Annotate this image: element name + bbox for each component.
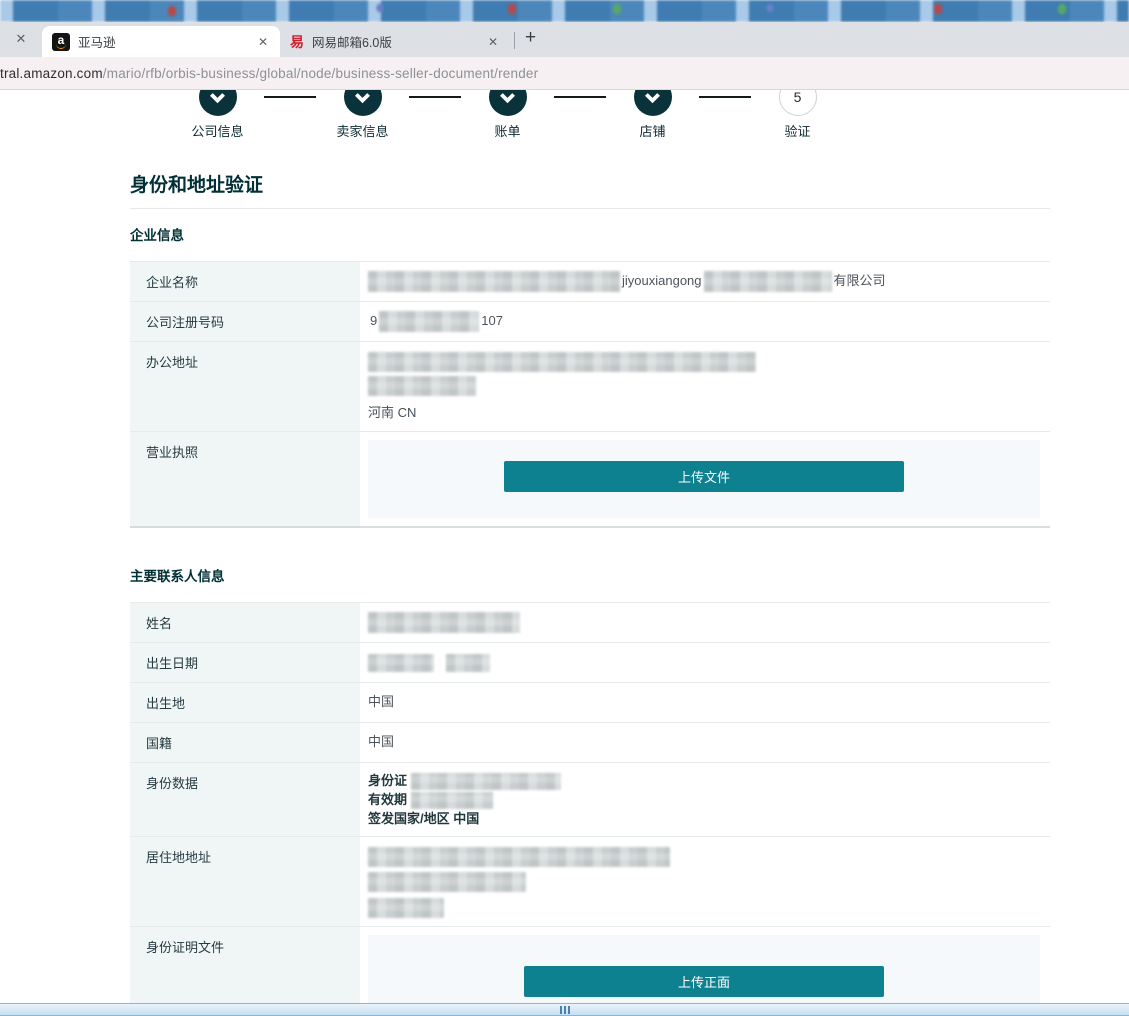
redacted-text [368, 612, 520, 633]
row-label: 办公地址 [130, 342, 360, 431]
table-row-birthplace: 出生地 中国 [130, 682, 1050, 722]
close-icon[interactable]: ✕ [484, 33, 502, 51]
section-heading-primary-contact: 主要联系人信息 [130, 565, 1129, 585]
tab-separator [514, 32, 515, 49]
company-info-table: 企业名称 jiyouxiangong 有限公司 公司注册号码 9 107 办公地址 … [130, 261, 1050, 528]
value-fragment: 河南 CN [368, 402, 1040, 423]
progress-stepper: 公司信息 卖家信息 账单 店铺 [145, 90, 885, 142]
address-bar[interactable]: tral.amazon.com/mario/rfb/orbis-business… [0, 57, 1129, 90]
row-label: 出生日期 [130, 643, 360, 682]
row-value [360, 603, 1050, 642]
upload-file-button[interactable]: 上传文件 [504, 461, 904, 492]
table-row-name: 姓名 [130, 602, 1050, 642]
table-row-identity-documents: 身份证明文件 上传正面 上传背面 [130, 926, 1050, 1003]
table-row-residential-address: 居住地地址 [130, 836, 1050, 926]
desktop-background-strip [0, 0, 1129, 22]
row-label: 居住地地址 [130, 837, 360, 926]
row-label: 公司注册号码 [130, 302, 360, 341]
grip-handle-icon[interactable] [560, 1006, 570, 1014]
row-label: 国籍 [130, 723, 360, 762]
row-label: 姓名 [130, 603, 360, 642]
bottom-toolbar [0, 1003, 1129, 1016]
row-value: 身份证 有效期 签发国家/地区 中国 [360, 763, 1050, 836]
row-label: 身份数据 [130, 763, 360, 836]
redacted-text [379, 311, 479, 332]
step-label: 店铺 [639, 121, 665, 140]
table-row-office-address: 办公地址 河南 CN [130, 341, 1050, 431]
upload-panel: 上传文件 [368, 440, 1040, 518]
table-row-nationality: 国籍 中国 [130, 722, 1050, 762]
redacted-text [368, 898, 444, 918]
row-label: 出生地 [130, 683, 360, 722]
redacted-text [704, 271, 832, 292]
redacted-text [368, 847, 670, 867]
page-title: 身份和地址验证 [130, 170, 1129, 197]
step-label: 卖家信息 [336, 121, 388, 140]
tab-title: 亚马逊 [78, 32, 254, 51]
check-icon [344, 90, 382, 116]
table-row-business-license: 营业执照 上传文件 [130, 431, 1050, 526]
tab-netease-mail[interactable]: 易 网易邮箱6.0版 ✕ [280, 26, 510, 57]
row-value: 9 107 [360, 302, 1050, 341]
value-fragment: 签发国家/地区 中国 [368, 809, 1040, 828]
check-icon [634, 90, 672, 116]
close-icon[interactable]: ✕ [254, 33, 272, 51]
stepper-step-verification[interactable]: 5 验证 [725, 90, 870, 140]
row-label: 身份证明文件 [130, 927, 360, 1003]
page-content: 公司信息 卖家信息 账单 店铺 [0, 90, 1129, 1003]
row-value: 中国 [360, 723, 1050, 762]
table-row-date-of-birth: 出生日期 [130, 642, 1050, 682]
redacted-text [368, 654, 434, 672]
step-number: 5 [779, 90, 817, 116]
step-label: 账单 [494, 121, 520, 140]
redacted-text [368, 271, 620, 292]
amazon-favicon-icon: a [52, 33, 70, 51]
value-fragment: jiyouxiangong [622, 273, 702, 288]
row-value: 河南 CN [360, 342, 1050, 431]
url-domain: tral.amazon.com [0, 66, 103, 81]
value-fragment: 有效期 [368, 792, 407, 807]
upload-panel: 上传正面 上传背面 [368, 935, 1040, 1003]
row-value: 上传正面 上传背面 [360, 927, 1050, 1003]
section-heading-company: 企业信息 [130, 224, 1129, 244]
table-row-registration-number: 公司注册号码 9 107 [130, 301, 1050, 341]
row-value [360, 643, 1050, 682]
row-value: jiyouxiangong 有限公司 [360, 262, 1050, 301]
value-fragment: 9 [370, 313, 377, 328]
upload-front-button[interactable]: 上传正面 [524, 966, 884, 997]
check-icon [199, 90, 237, 116]
close-icon[interactable]: ✕ [0, 31, 42, 57]
redacted-text [368, 376, 476, 396]
redacted-text [368, 872, 526, 892]
row-label: 企业名称 [130, 262, 360, 301]
title-divider [130, 208, 1050, 209]
redacted-text [411, 792, 493, 809]
redacted-text [368, 352, 756, 372]
step-label: 验证 [784, 121, 810, 140]
tab-amazon[interactable]: a 亚马逊 ✕ [42, 26, 280, 57]
table-row-company-name: 企业名称 jiyouxiangong 有限公司 [130, 261, 1050, 301]
table-row-identity-data: 身份数据 身份证 有效期 签发国家/地区 中国 [130, 762, 1050, 836]
tab-title: 网易邮箱6.0版 [312, 32, 484, 51]
browser-tab-bar: ✕ a 亚马逊 ✕ 易 网易邮箱6.0版 ✕ + [0, 22, 1129, 57]
row-value: 上传文件 [360, 432, 1050, 526]
check-icon [489, 90, 527, 116]
value-fragment: 107 [481, 313, 503, 328]
value-fragment: 有限公司 [834, 273, 886, 288]
value-fragment: 身份证 [368, 773, 407, 788]
redacted-text [411, 773, 561, 790]
netease-mail-icon: 易 [290, 35, 304, 49]
row-value [360, 837, 1050, 926]
redacted-text [446, 654, 490, 672]
new-tab-button[interactable]: + [519, 27, 546, 57]
primary-contact-table: 姓名 出生日期 出生地 中国 国籍 中国 身份数据 身份证 [130, 602, 1050, 1003]
row-value: 中国 [360, 683, 1050, 722]
url-path: /mario/rfb/orbis-business/global/node/bu… [103, 66, 539, 81]
step-label: 公司信息 [191, 121, 243, 140]
row-label: 营业执照 [130, 432, 360, 526]
